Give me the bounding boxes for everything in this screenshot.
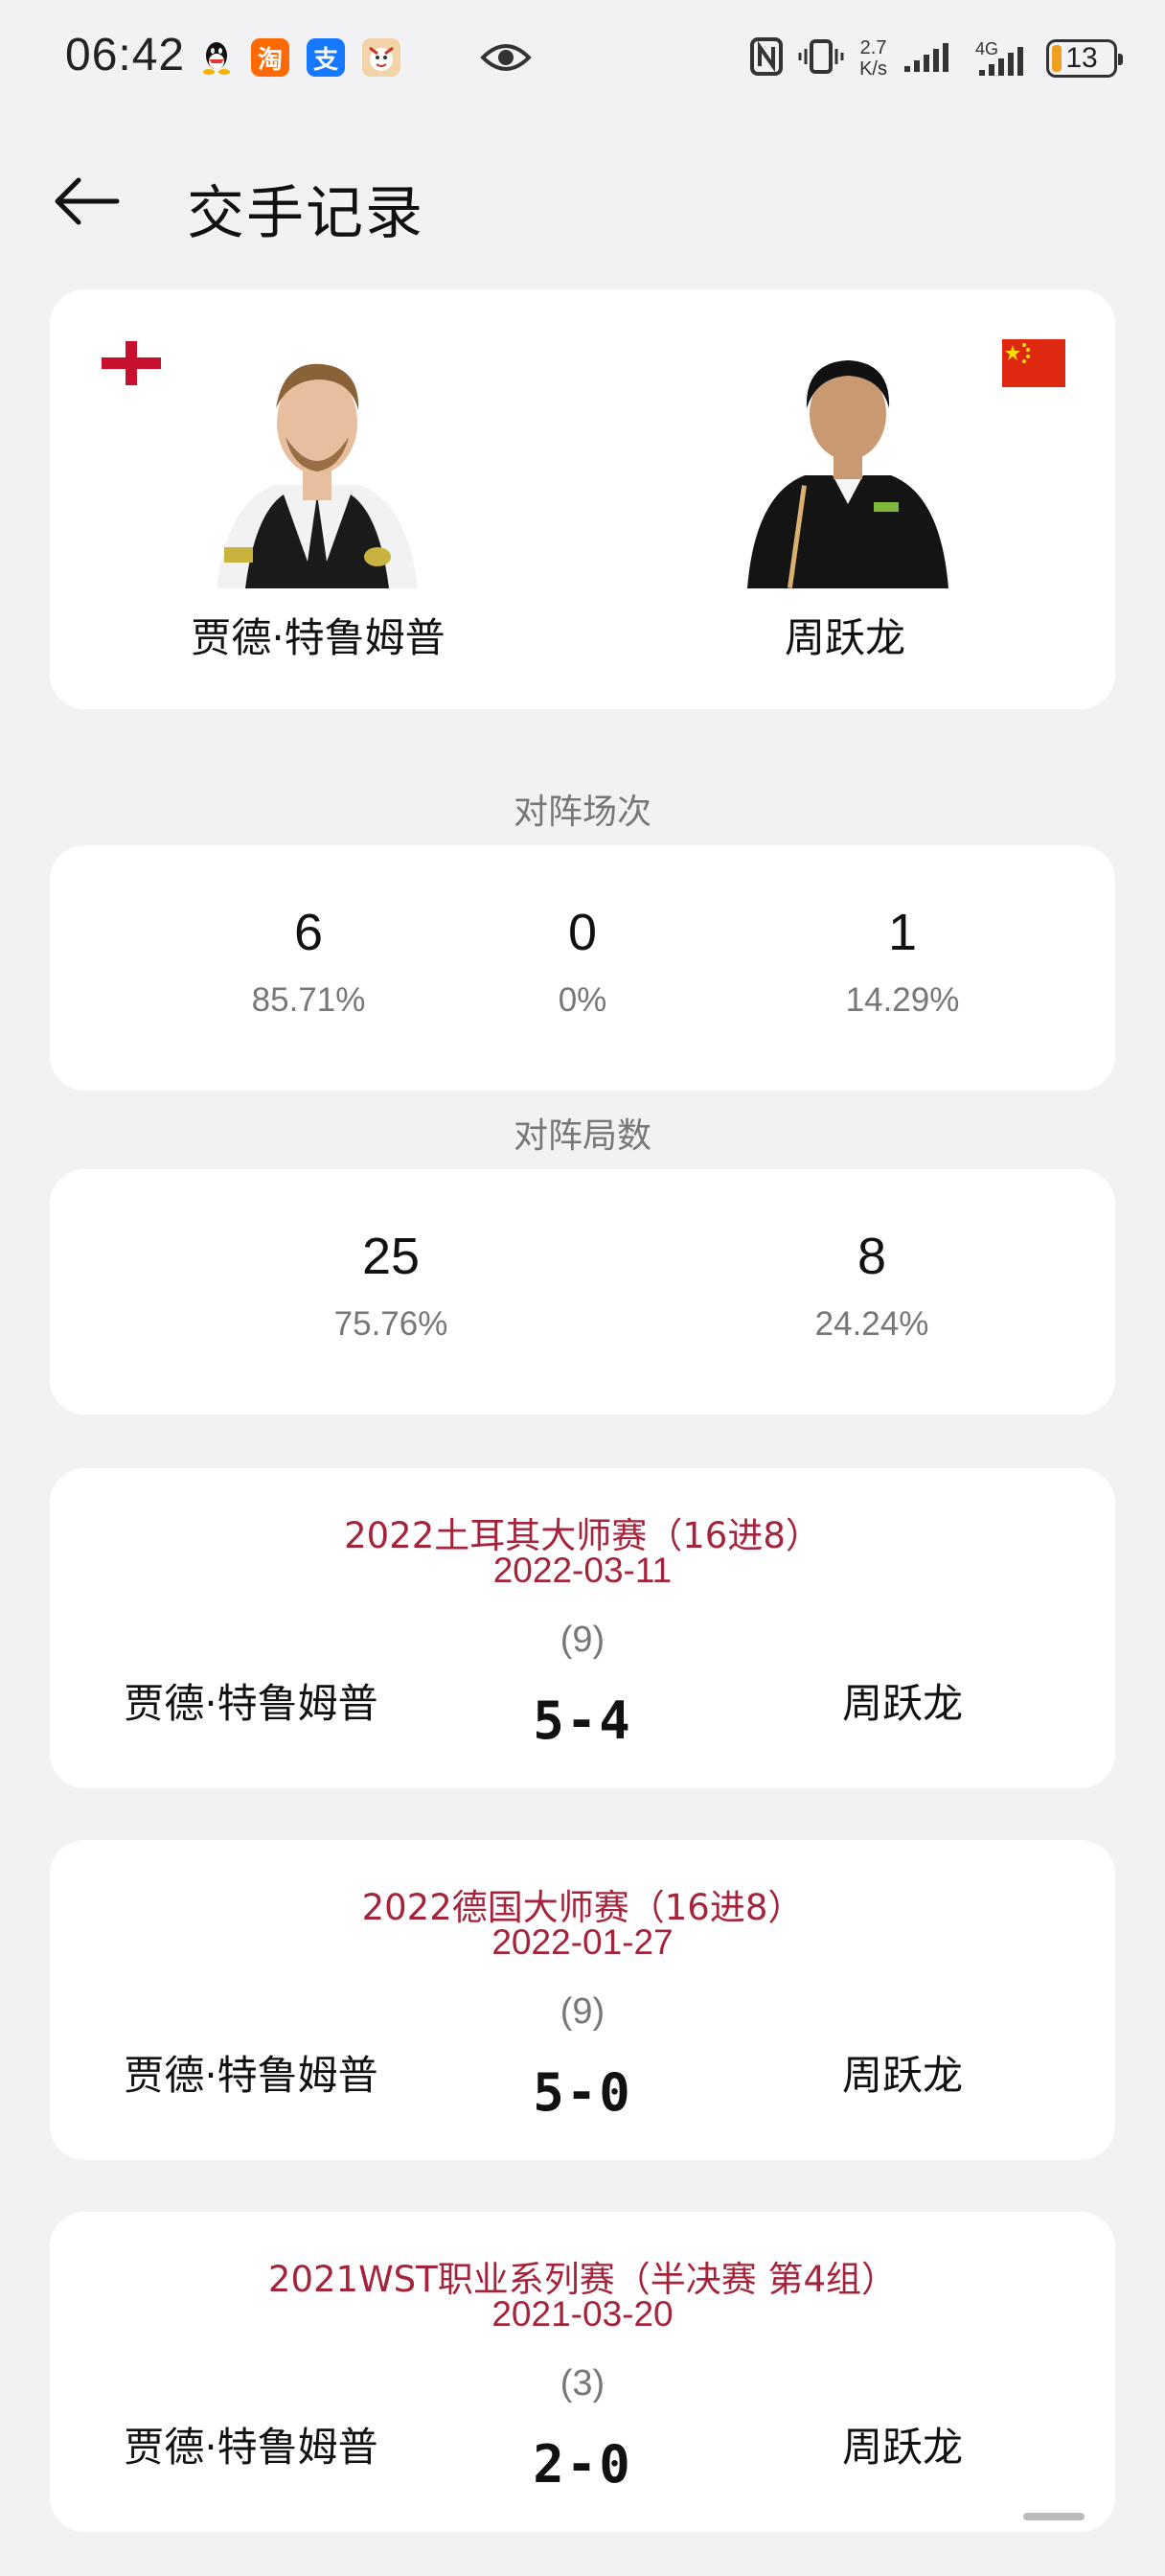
player-right-avatar[interactable] (747, 341, 948, 588)
match-date: 2022-03-11 (492, 1551, 673, 1590)
match-record-card[interactable]: 2022德国大师赛（16进8） 2022-01-27 (9) 贾德·特鲁姆普 5… (50, 1840, 1115, 2160)
matches-summary-card: 6 85.71% 0 0% 1 14.29% (50, 845, 1115, 1091)
match-best-of: (9) (560, 1991, 605, 2032)
mobile-signal-icon: 4G (975, 39, 1031, 78)
match-player2-name: 周跃龙 (841, 2052, 963, 2099)
frames-summary-card: 25 75.76% 8 24.24% (50, 1169, 1115, 1414)
match-best-of: (9) (560, 1620, 605, 1660)
matches-draw-stat: 0 0% (420, 903, 745, 1020)
player-right-name: 周跃龙 (784, 614, 905, 661)
match-player2-name: 周跃龙 (841, 2424, 963, 2471)
match-player2-name: 周跃龙 (841, 1680, 963, 1727)
alipay-icon: 支 (307, 38, 345, 77)
match-date: 2022-01-27 (491, 1922, 674, 1962)
matches-draw-value: 0 (567, 904, 598, 961)
frames-left-value: 25 (361, 1228, 421, 1285)
taobao-icon: 淘 (251, 38, 289, 77)
frames-left-percent: 75.76% (333, 1305, 448, 1343)
match-date: 2021-03-20 (491, 2294, 674, 2334)
nfc-icon (750, 37, 784, 80)
frames-right-value: 8 (857, 1228, 887, 1285)
match-best-of: (3) (560, 2363, 605, 2404)
frames-left-stat: 25 75.76% (228, 1227, 554, 1344)
network-speed-unit: K/s (859, 58, 887, 80)
matches-right-value: 1 (887, 904, 918, 961)
matches-summary-label: 对阵场次 (513, 793, 651, 832)
china-flag-icon (1002, 339, 1065, 387)
frames-right-percent: 24.24% (814, 1305, 929, 1343)
arrow-left-icon (55, 177, 120, 225)
system-icons: 2.7 K/s 4G 13 (750, 33, 1123, 84)
match-record-card[interactable]: 2021WST职业系列赛（半决赛 第4组） 2021-03-20 (3) 贾德·… (50, 2212, 1115, 2532)
matches-right-stat: 1 14.29% (740, 903, 1065, 1020)
status-bar: 06:42 淘 支 2.7 K/s 4G 13 (0, 0, 1165, 115)
player-left-avatar[interactable] (217, 341, 418, 588)
app-mascot-icon (362, 38, 400, 77)
network-speed: 2.7 K/s (859, 37, 887, 80)
status-time: 06:42 (65, 30, 186, 80)
signal-icon (902, 39, 960, 78)
vibrate-icon (798, 37, 844, 80)
network-speed-value: 2.7 (859, 37, 887, 58)
matches-right-percent: 14.29% (845, 981, 960, 1019)
battery-indicator: 13 (1046, 39, 1123, 78)
matches-draw-percent: 0% (558, 981, 607, 1019)
england-flag-icon (100, 339, 163, 387)
players-card: 贾德·特鲁姆普 周跃龙 (50, 289, 1115, 709)
qq-icon (197, 38, 236, 77)
match-record-card[interactable]: 2022土耳其大师赛（16进8） 2022-03-11 (9) 贾德·特鲁姆普 … (50, 1468, 1115, 1788)
player-left-name: 贾德·特鲁姆普 (191, 614, 445, 661)
page-header: 交手记录 (0, 153, 1165, 249)
page-title: 交手记录 (187, 180, 424, 247)
frames-summary-label: 对阵局数 (513, 1116, 651, 1156)
watermark-mark (1023, 2513, 1085, 2520)
battery-level: 13 (1065, 42, 1098, 74)
back-button[interactable] (50, 172, 123, 230)
eye-icon (479, 38, 533, 80)
frames-right-stat: 8 24.24% (709, 1227, 1035, 1344)
